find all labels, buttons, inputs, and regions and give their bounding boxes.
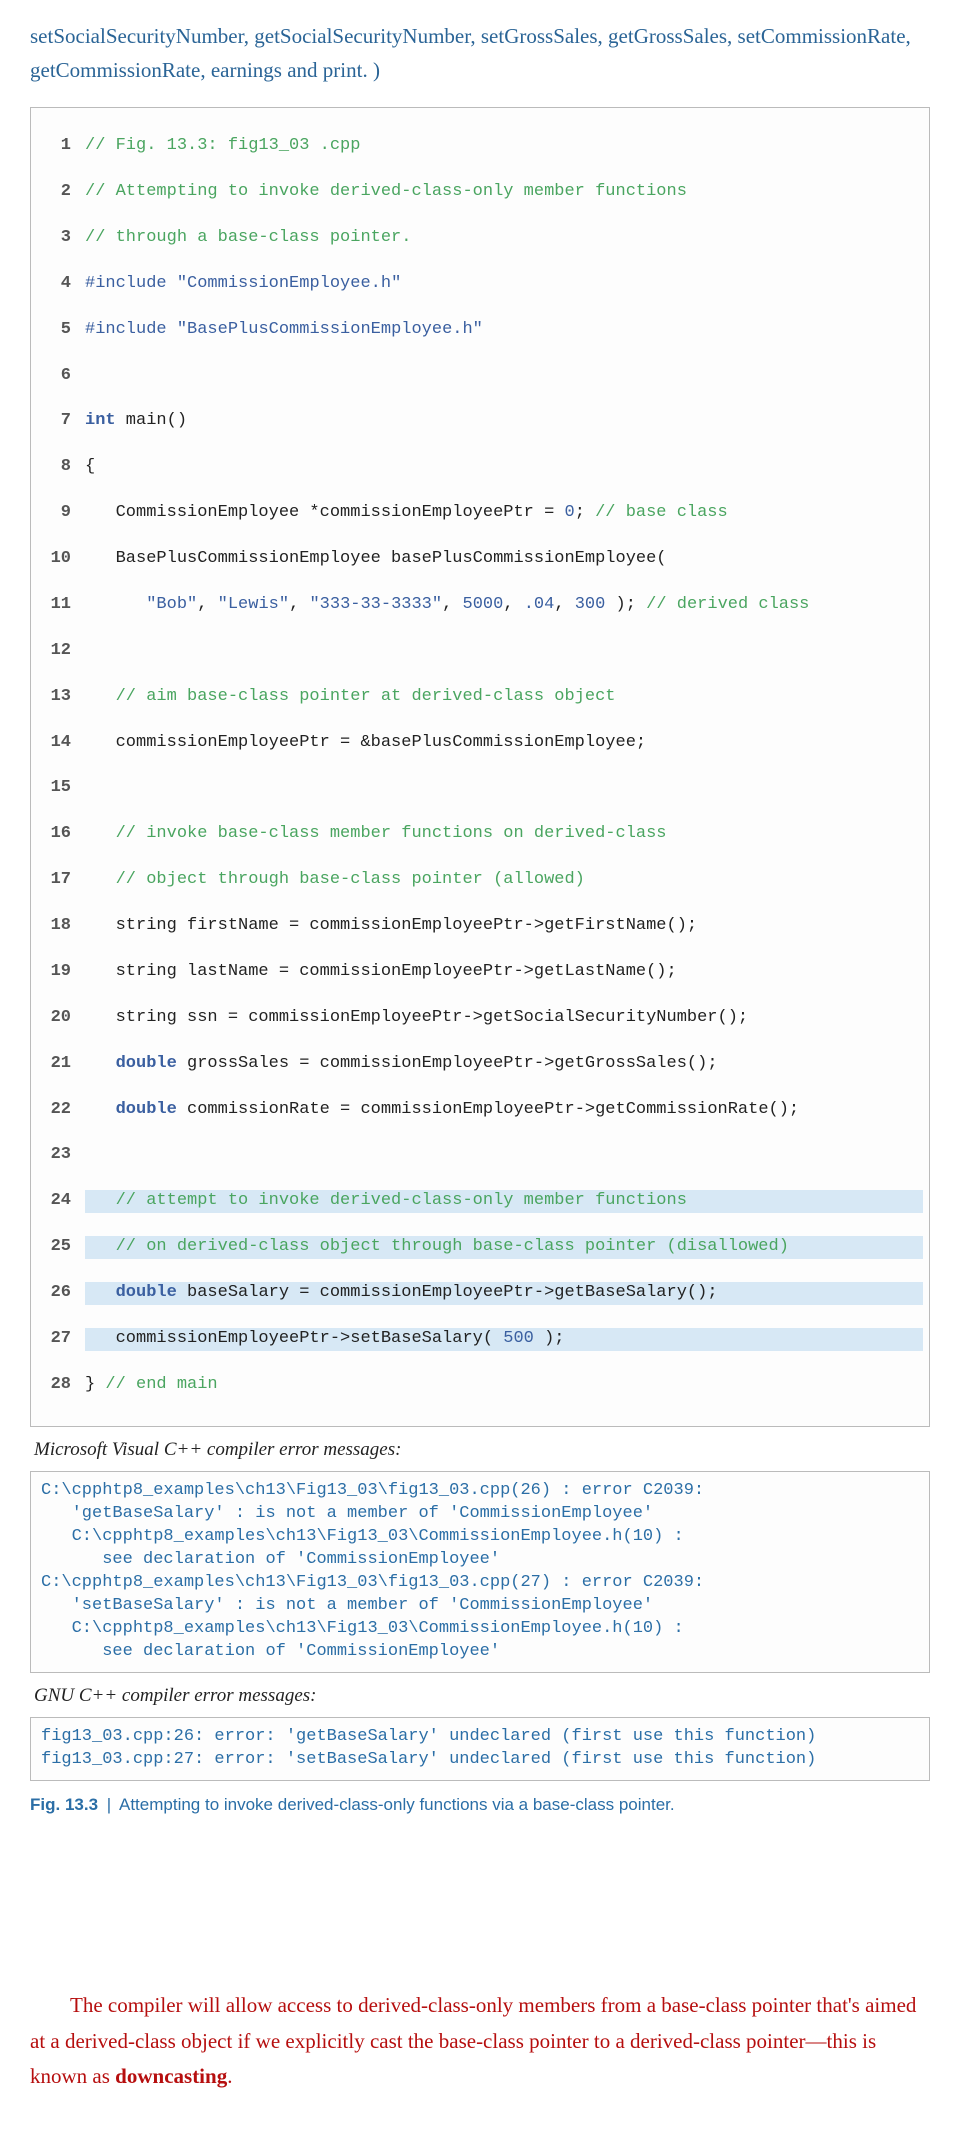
- code-token: [85, 595, 146, 614]
- line-number: 15: [37, 777, 85, 800]
- line-number: 14: [37, 732, 85, 755]
- code-token: .04: [524, 595, 555, 614]
- line-number: 1: [37, 135, 85, 158]
- code-token: int: [85, 411, 116, 430]
- line-number: 19: [37, 961, 85, 984]
- body-paragraph: The compiler will allow access to derive…: [30, 1988, 930, 2095]
- code-token: );: [605, 595, 646, 614]
- line-number: 5: [37, 319, 85, 342]
- code-line: // through a base-class pointer.: [85, 228, 411, 247]
- code-token: #include: [85, 274, 167, 293]
- code-token: }: [85, 1375, 105, 1394]
- line-number: 7: [37, 410, 85, 433]
- code-token: [85, 1283, 116, 1302]
- code-token: commissionEmployeePtr->setBaseSalary(: [85, 1329, 503, 1348]
- code-line: // on derived-class object through base-…: [85, 1237, 789, 1256]
- code-token: // base class: [595, 503, 728, 522]
- code-line: string firstName = commissionEmployeePtr…: [85, 915, 923, 938]
- code-line: BasePlusCommissionEmployee basePlusCommi…: [85, 548, 923, 571]
- msvc-caption: Microsoft Visual C++ compiler error mess…: [34, 1435, 930, 1465]
- line-number: 4: [37, 273, 85, 296]
- code-token: ,: [197, 595, 217, 614]
- code-token: ;: [575, 503, 595, 522]
- line-number: 2: [37, 181, 85, 204]
- figure-number: Fig. 13.3: [30, 1795, 98, 1814]
- code-token: 0: [564, 503, 574, 522]
- code-token: grossSales = commissionEmployeePtr->getG…: [177, 1054, 718, 1073]
- code-token: );: [534, 1329, 565, 1348]
- code-token: main(): [116, 411, 187, 430]
- code-line: string ssn = commissionEmployeePtr->getS…: [85, 1007, 923, 1030]
- code-line: commissionEmployeePtr = &basePlusCommiss…: [85, 732, 923, 755]
- code-line: // object through base-class pointer (al…: [85, 870, 585, 889]
- line-number: 10: [37, 548, 85, 571]
- line-number: 13: [37, 686, 85, 709]
- para-end: .: [227, 2064, 232, 2088]
- para-bold: downcasting: [115, 2064, 227, 2088]
- code-token: ,: [554, 595, 574, 614]
- code-token: 5000: [463, 595, 504, 614]
- line-number: 18: [37, 915, 85, 938]
- code-token: "333-33-3333": [309, 595, 442, 614]
- code-line: // invoke base-class member functions on…: [85, 824, 667, 843]
- line-number: 17: [37, 869, 85, 892]
- code-token: // derived class: [646, 595, 809, 614]
- code-token: commissionRate = commissionEmployeePtr->…: [177, 1100, 799, 1119]
- line-number: 16: [37, 823, 85, 846]
- code-token: 300: [575, 595, 606, 614]
- line-number: 3: [37, 227, 85, 250]
- code-token: 500: [503, 1329, 534, 1348]
- code-token: ,: [289, 595, 309, 614]
- code-listing: 1// Fig. 13.3: fig13_03 .cpp 2// Attempt…: [30, 107, 930, 1426]
- figure-text: Attempting to invoke derived-class-only …: [119, 1795, 675, 1814]
- separator: |: [107, 1795, 111, 1814]
- gnu-errors: fig13_03.cpp:26: error: 'getBaseSalary' …: [30, 1717, 930, 1781]
- code-token: CommissionEmployee *commissionEmployeePt…: [85, 503, 564, 522]
- code-line: // attempt to invoke derived-class-only …: [85, 1191, 687, 1210]
- code-token: ,: [442, 595, 462, 614]
- code-line: // Fig. 13.3: fig13_03 .cpp: [85, 136, 360, 155]
- line-number: 24: [37, 1190, 85, 1213]
- code-token: [85, 1100, 116, 1119]
- line-number: 28: [37, 1374, 85, 1397]
- line-number: 12: [37, 640, 85, 663]
- code-token: "Lewis": [218, 595, 289, 614]
- code-token: "CommissionEmployee.h": [177, 274, 401, 293]
- intro-text: setSocialSecurityNumber, getSocialSecuri…: [30, 20, 930, 87]
- line-number: 26: [37, 1282, 85, 1305]
- code-token: [85, 1054, 116, 1073]
- code-line: // aim base-class pointer at derived-cla…: [85, 687, 616, 706]
- line-number: 20: [37, 1007, 85, 1030]
- code-token: double: [116, 1100, 177, 1119]
- code-line: // Attempting to invoke derived-class-on…: [85, 182, 687, 201]
- code-line: {: [85, 456, 923, 479]
- line-number: 9: [37, 502, 85, 525]
- line-number: 6: [37, 365, 85, 388]
- gnu-caption: GNU C++ compiler error messages:: [34, 1681, 930, 1711]
- line-number: 23: [37, 1144, 85, 1167]
- code-token: baseSalary = commissionEmployeePtr->getB…: [177, 1283, 718, 1302]
- line-number: 27: [37, 1328, 85, 1351]
- line-number: 21: [37, 1053, 85, 1076]
- line-number: 25: [37, 1236, 85, 1259]
- line-number: 11: [37, 594, 85, 617]
- code-token: // end main: [105, 1375, 217, 1394]
- figure-caption: Fig. 13.3 | Attempting to invoke derived…: [30, 1791, 930, 1818]
- code-line: string lastName = commissionEmployeePtr-…: [85, 961, 923, 984]
- code-token: ,: [503, 595, 523, 614]
- code-token: double: [116, 1054, 177, 1073]
- code-token: #include: [85, 320, 167, 339]
- line-number: 22: [37, 1099, 85, 1122]
- line-number: 8: [37, 456, 85, 479]
- code-token: double: [116, 1283, 177, 1302]
- msvc-errors: C:\cpphtp8_examples\ch13\Fig13_03\fig13_…: [30, 1471, 930, 1673]
- code-token: "BasePlusCommissionEmployee.h": [177, 320, 483, 339]
- code-token: "Bob": [146, 595, 197, 614]
